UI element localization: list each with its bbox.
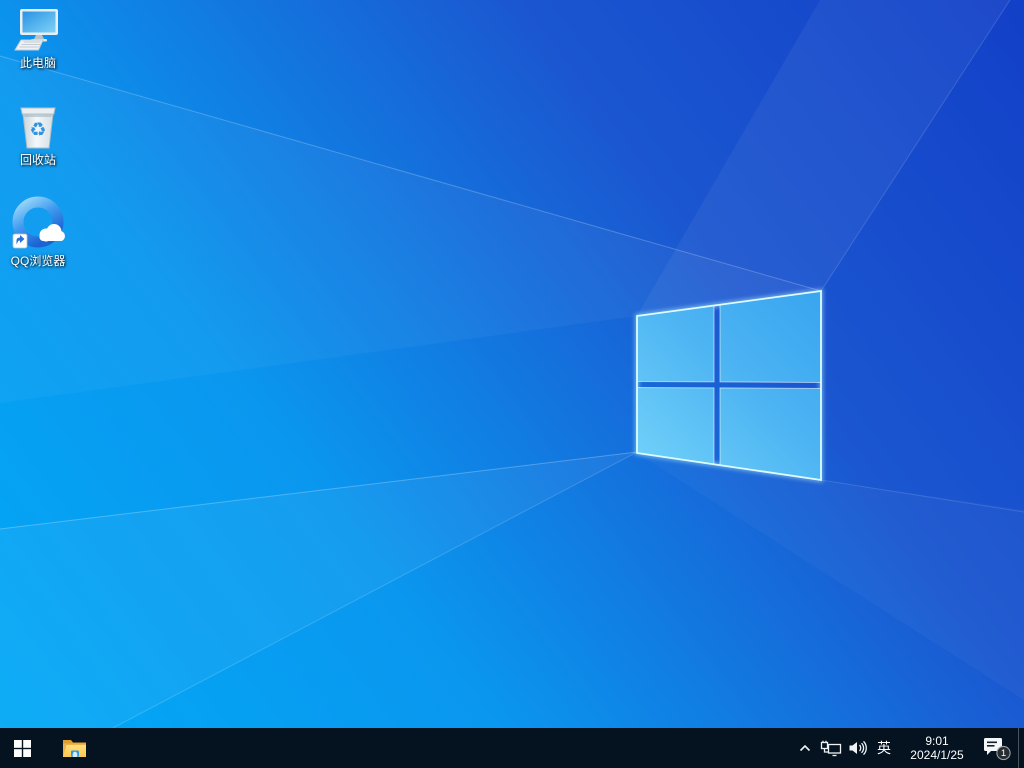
desktop-icon-label: QQ浏览器 (11, 255, 66, 268)
recycle-bin-icon: ♻ (16, 103, 60, 151)
svg-text:♻: ♻ (29, 119, 46, 141)
shortcut-arrow-badge (13, 234, 27, 248)
speaker-icon (848, 740, 867, 756)
desktop-icon-this-pc[interactable]: 此电脑 (0, 8, 76, 70)
show-desktop-button[interactable] (1018, 728, 1024, 768)
desktop-area[interactable]: 此电脑 ♻ 回收站 (0, 0, 1024, 728)
notification-count-badge: 1 (1001, 748, 1006, 759)
wallpaper (0, 0, 1024, 728)
clock-date: 2024/1/25 (910, 748, 963, 762)
system-tray: 英 9:01 2024/1/25 1 (792, 728, 1024, 768)
network-button[interactable] (818, 728, 844, 768)
file-explorer-icon (62, 737, 87, 759)
windows-desktop: 此电脑 ♻ 回收站 (0, 0, 1024, 768)
windows-logo-icon (14, 740, 31, 757)
chevron-up-icon (798, 742, 812, 754)
taskbar-empty-space[interactable] (96, 728, 792, 768)
qq-browser-icon (10, 196, 66, 252)
ime-label: 英 (877, 738, 891, 758)
taskbar-clock[interactable]: 9:01 2024/1/25 (898, 728, 976, 768)
network-ethernet-icon (820, 740, 842, 757)
volume-button[interactable] (844, 728, 870, 768)
desktop-icon-qq-browser[interactable]: QQ浏览器 (0, 196, 76, 268)
this-pc-icon (12, 8, 64, 54)
action-center-icon: 1 (982, 735, 1012, 761)
desktop-icon-label: 此电脑 (20, 57, 56, 70)
start-button[interactable] (0, 728, 44, 768)
taskbar: 英 9:01 2024/1/25 1 (0, 728, 1024, 768)
clock-time: 9:01 (925, 734, 948, 748)
ime-language-indicator[interactable]: 英 (870, 728, 898, 768)
desktop-icon-recycle-bin[interactable]: ♻ 回收站 (0, 103, 76, 167)
action-center-button[interactable]: 1 (976, 728, 1018, 768)
hidden-icons-button[interactable] (792, 728, 818, 768)
desktop-icon-label: 回收站 (20, 154, 56, 167)
file-explorer-button[interactable] (52, 728, 96, 768)
